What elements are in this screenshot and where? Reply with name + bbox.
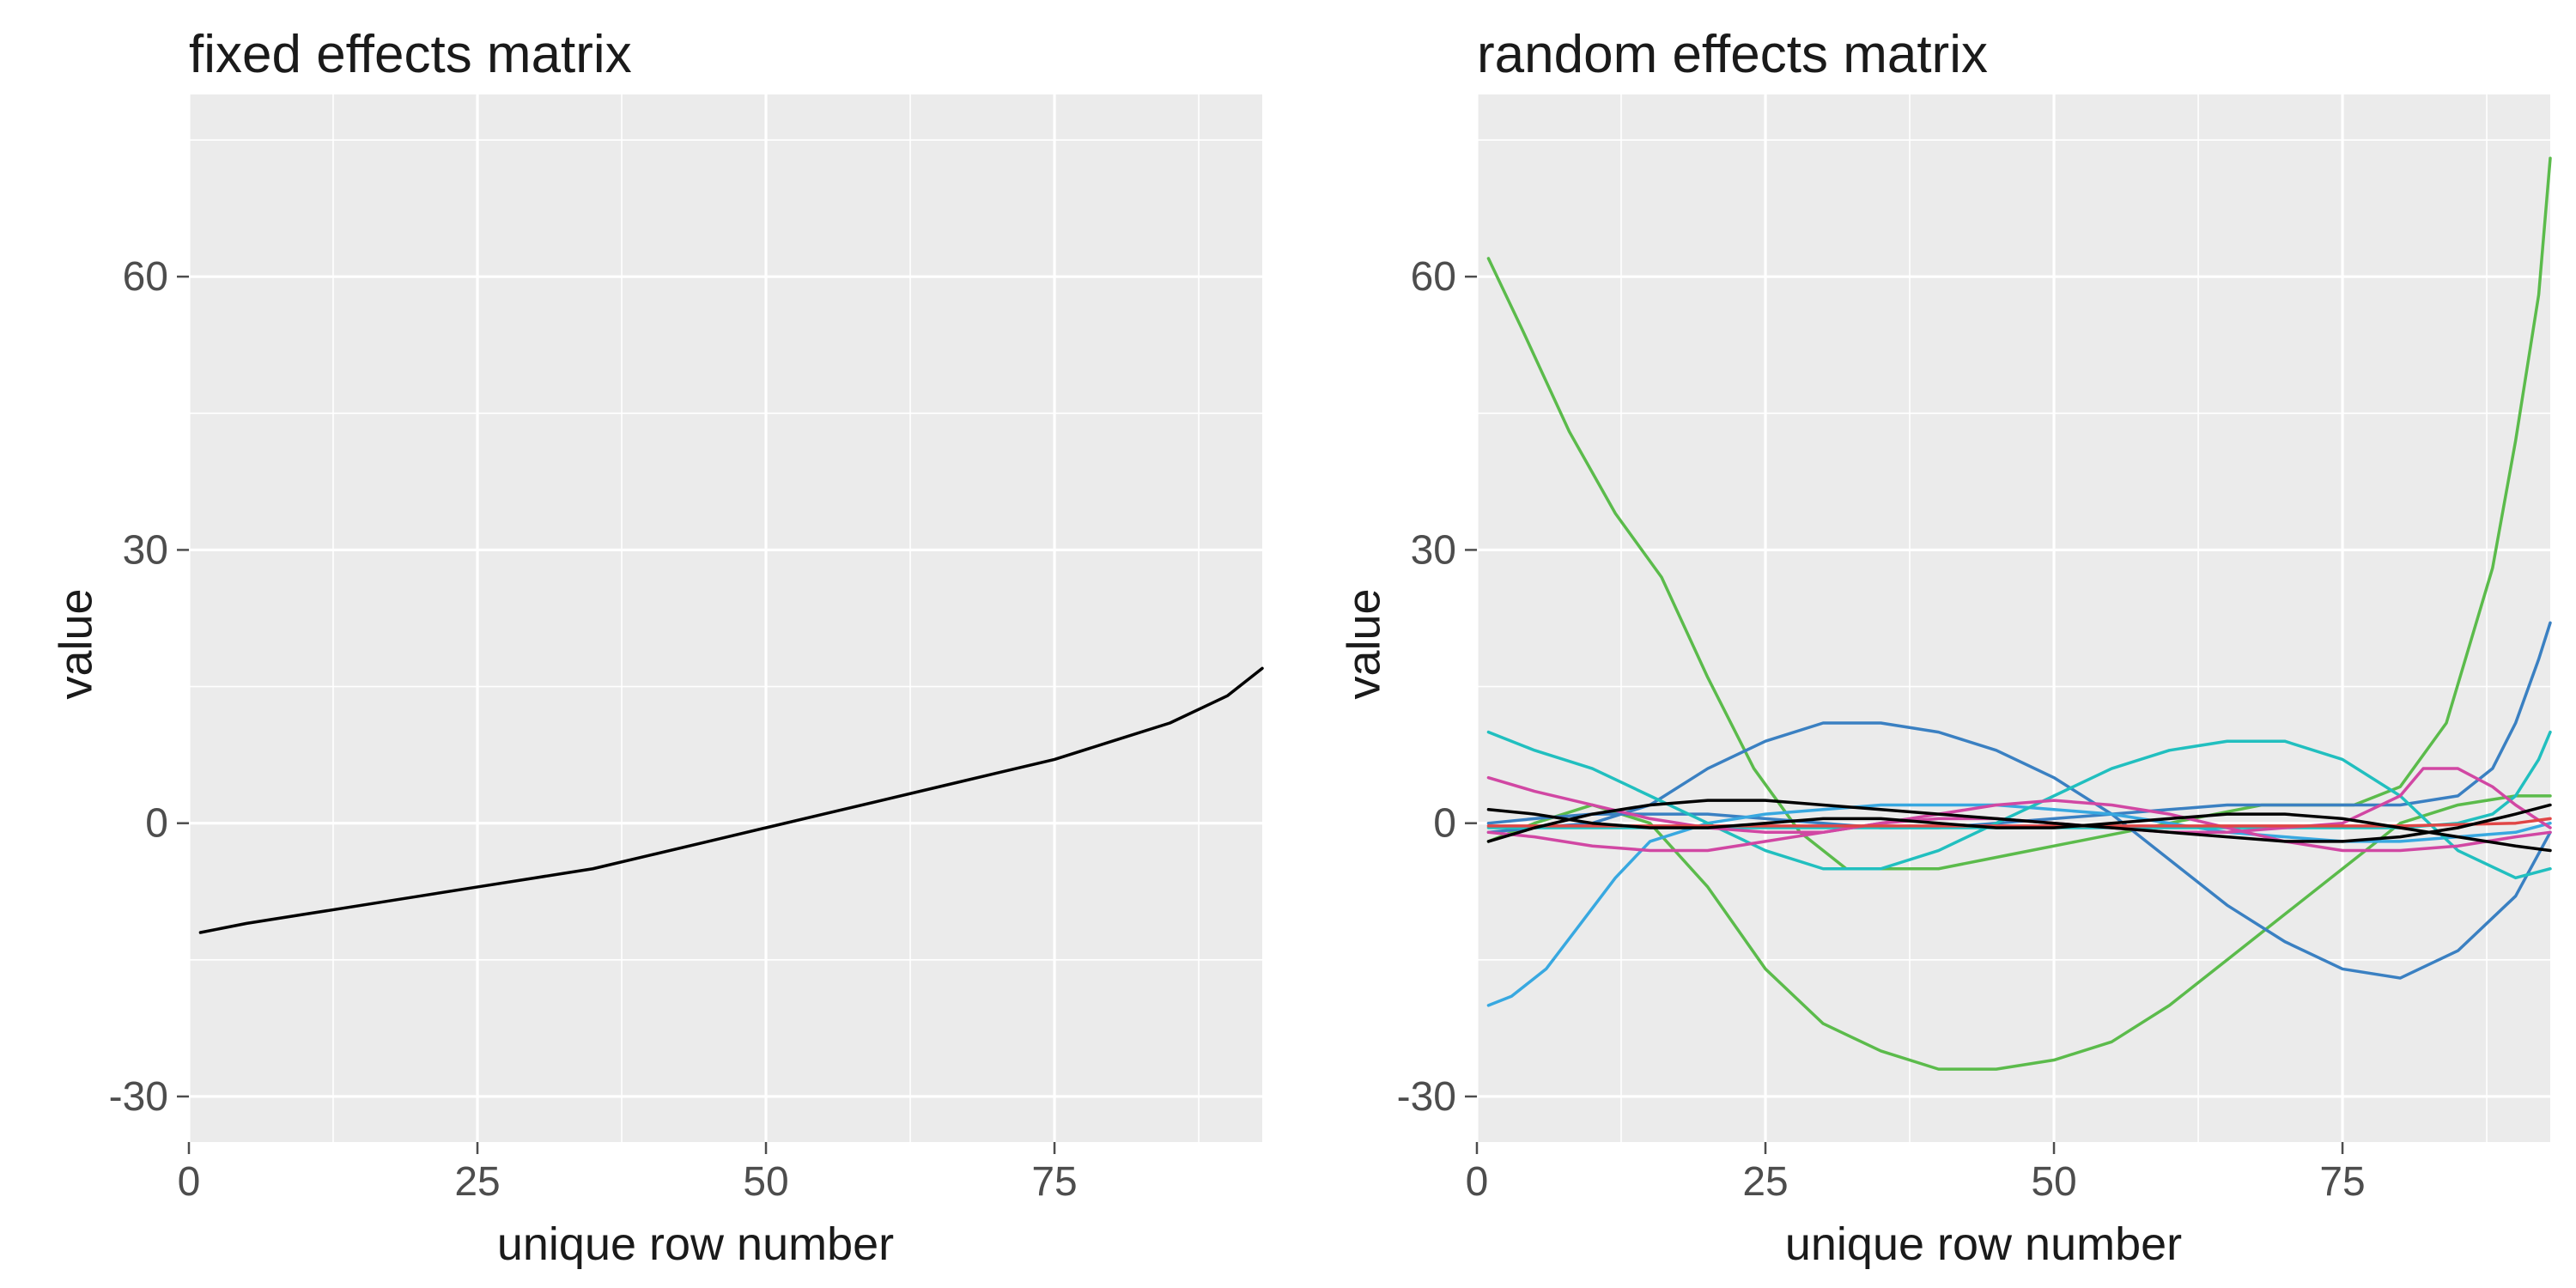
x-tick-label: 0 [178, 1159, 201, 1205]
y-tick-label: -30 [109, 1074, 168, 1120]
chart-left-container: fixed effects matrix value unique row nu… [0, 0, 1288, 1288]
x-tick-label: 25 [1742, 1159, 1788, 1205]
x-tick-label: 25 [454, 1159, 500, 1205]
y-tick-label: 0 [1433, 801, 1456, 847]
chart-right-container: random effects matrix value unique row n… [1288, 0, 2576, 1288]
x-tick-label: 75 [2319, 1159, 2365, 1205]
y-tick-label: 0 [145, 801, 168, 847]
x-tick-label: 0 [1466, 1159, 1489, 1205]
y-tick-label: -30 [1397, 1074, 1456, 1120]
plot-panel [189, 94, 1262, 1142]
chart-right-plot: 0255075-3003060 [1288, 0, 2576, 1288]
page-root: fixed effects matrix value unique row nu… [0, 0, 2576, 1288]
x-tick-label: 50 [2031, 1159, 2076, 1205]
x-tick-label: 50 [743, 1159, 788, 1205]
x-tick-label: 75 [1031, 1159, 1077, 1205]
chart-left-plot: 0255075-3003060 [0, 0, 1288, 1288]
y-tick-label: 30 [123, 527, 168, 573]
y-tick-label: 60 [1411, 254, 1456, 300]
plot-panel [1477, 94, 2550, 1142]
y-tick-label: 60 [123, 254, 168, 300]
y-tick-label: 30 [1411, 527, 1456, 573]
